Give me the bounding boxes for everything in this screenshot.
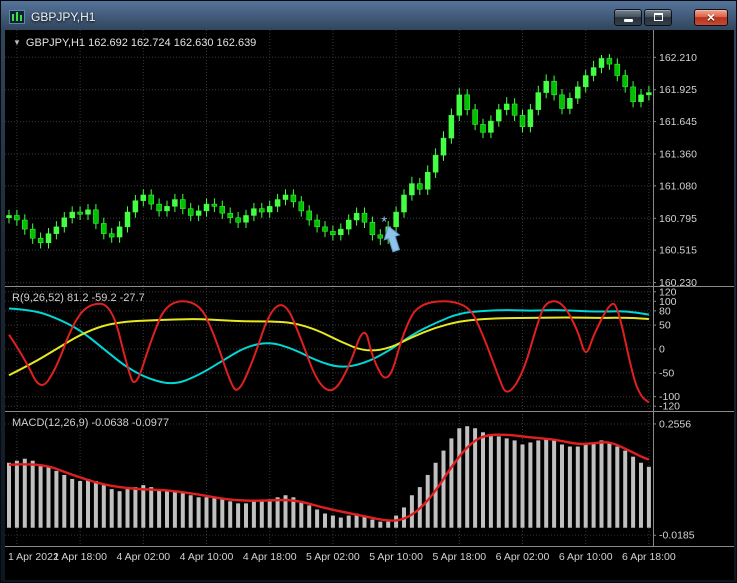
time-axis-label: 1 Apr 2022 [8, 551, 59, 563]
axis-label: 160.795 [659, 213, 697, 225]
maximize-icon [653, 13, 663, 21]
time-axis-label: 6 Apr 18:00 [622, 551, 676, 563]
ohlc-text: GBPJPY,H1 162.692 162.724 162.630 162.63… [25, 37, 257, 49]
r-indicator-lines [8, 300, 650, 404]
axis-label: 50 [659, 320, 671, 332]
window-title: GBPJPY,H1 [31, 10, 96, 24]
axis-label: 161.645 [659, 116, 697, 128]
r-line-fast [8, 300, 650, 404]
axis-label: -50 [659, 367, 674, 379]
axis-label: 162.210 [659, 52, 697, 64]
time-axis-label: 4 Apr 10:00 [180, 551, 234, 563]
chart-window: GBPJPY,H1 × 162.210 161.925 161.645 161.360… [0, 0, 737, 583]
axis-label: 161.925 [659, 84, 697, 96]
chart-area[interactable]: 162.210 161.925 161.645 161.360 161.080 160.7… [5, 30, 734, 580]
axis-label: 0 [659, 344, 665, 356]
close-button[interactable]: × [694, 8, 728, 26]
maximize-button[interactable] [644, 8, 672, 26]
close-icon: × [706, 9, 716, 25]
r-line-slow [8, 307, 650, 385]
star-annotation[interactable]: * [381, 214, 387, 231]
window-controls: × [614, 8, 728, 26]
minimize-icon [623, 19, 633, 22]
axis-label: 0.2556 [659, 418, 691, 430]
time-axis-label: 5 Apr 18:00 [432, 551, 486, 563]
axis-label: 161.360 [659, 149, 697, 161]
macd-axis: 0.2556 -0.0185 [653, 418, 695, 542]
axis-label: 161.080 [659, 180, 697, 192]
price-axis: 162.210 161.925 161.645 161.360 161.080 160.7… [653, 52, 697, 289]
title-bar[interactable]: GBPJPY,H1 × [5, 4, 732, 30]
r-axis: 12010080500-50-100-120 [653, 286, 680, 413]
candlesticks [6, 53, 652, 249]
candlestick-chart-icon [9, 10, 25, 24]
chart-canvas[interactable]: 162.210 161.925 161.645 161.360 161.080 160.7… [5, 30, 734, 580]
time-axis-label: 6 Apr 10:00 [559, 551, 613, 563]
r-line-signal [8, 316, 649, 377]
axis-label: -0.0185 [659, 530, 695, 542]
time-axis-label: 4 Apr 18:00 [243, 551, 297, 563]
axis-label: -120 [659, 401, 680, 413]
time-axis: 1 Apr 20221 Apr 18:00 4 Apr 02:00 4 Apr 10… [8, 551, 676, 563]
time-axis-label: 1 Apr 18:00 [53, 551, 107, 563]
minimize-button[interactable] [614, 8, 642, 26]
time-axis-label: 4 Apr 02:00 [116, 551, 170, 563]
collapse-arrow-icon[interactable]: ▼ [13, 38, 21, 47]
axis-label: 80 [659, 305, 671, 317]
axis-label: 160.515 [659, 245, 697, 257]
time-axis-label: 6 Apr 02:00 [496, 551, 550, 563]
symbol-ohlc-line: ▼ GBPJPY,H1 162.692 162.724 162.630 162.6… [13, 37, 256, 49]
macd-indicator-label: MACD(12,26,9) -0.0638 -0.0977 [12, 417, 170, 429]
macd-histogram [7, 426, 651, 528]
r-indicator-label: R(9,26,52) 81.2 -59.2 -27.7 [12, 292, 145, 304]
time-axis-label: 5 Apr 02:00 [306, 551, 360, 563]
time-axis-label: 5 Apr 10:00 [369, 551, 423, 563]
